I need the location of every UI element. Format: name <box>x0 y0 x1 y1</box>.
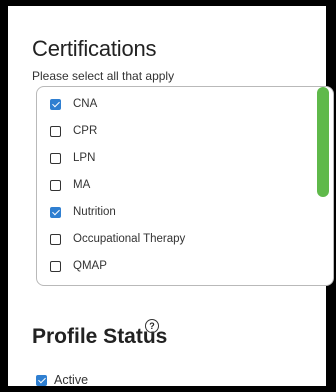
scrollbar-thumb[interactable] <box>317 87 329 197</box>
cert-option-occupational-therapy[interactable]: Occupational Therapy <box>50 230 185 248</box>
cert-option-lpn[interactable]: LPN <box>50 149 95 167</box>
form-panel: Certifications Please select all that ap… <box>8 6 334 389</box>
qmap-label: QMAP <box>73 260 107 272</box>
active-checkbox[interactable] <box>36 374 47 386</box>
certifications-instruction: Please select all that apply <box>32 69 175 83</box>
cpr-label: CPR <box>73 125 98 137</box>
occupational-therapy-label: Occupational Therapy <box>73 233 186 245</box>
active-label: Active <box>54 373 89 387</box>
cpr-checkbox[interactable] <box>50 125 61 137</box>
cna-label: CNA <box>73 98 98 110</box>
lpn-checkbox[interactable] <box>50 152 61 164</box>
occupational-therapy-checkbox[interactable] <box>50 233 61 245</box>
ma-checkbox[interactable] <box>50 179 61 191</box>
cert-option-nutrition[interactable]: Nutrition <box>50 203 116 221</box>
active-status-option[interactable]: Active <box>36 371 88 389</box>
cert-option-cna[interactable]: CNA <box>50 95 97 113</box>
qmap-checkbox[interactable] <box>50 260 61 272</box>
certifications-list[interactable]: CNA CPR LPN MA Nutrition Occupational Th… <box>36 86 334 286</box>
cert-option-ma[interactable]: MA <box>50 176 90 194</box>
help-question-icon[interactable]: ? <box>145 319 159 333</box>
certifications-heading: Certifications <box>32 36 157 61</box>
nutrition-checkbox[interactable] <box>50 206 61 218</box>
cna-checkbox[interactable] <box>50 98 61 110</box>
cert-option-qmap[interactable]: QMAP <box>50 257 107 275</box>
cert-option-cpr[interactable]: CPR <box>50 122 97 140</box>
ma-label: MA <box>73 179 91 191</box>
list-scrollbar[interactable] <box>317 87 329 281</box>
nutrition-label: Nutrition <box>73 206 116 218</box>
lpn-label: LPN <box>73 152 96 164</box>
